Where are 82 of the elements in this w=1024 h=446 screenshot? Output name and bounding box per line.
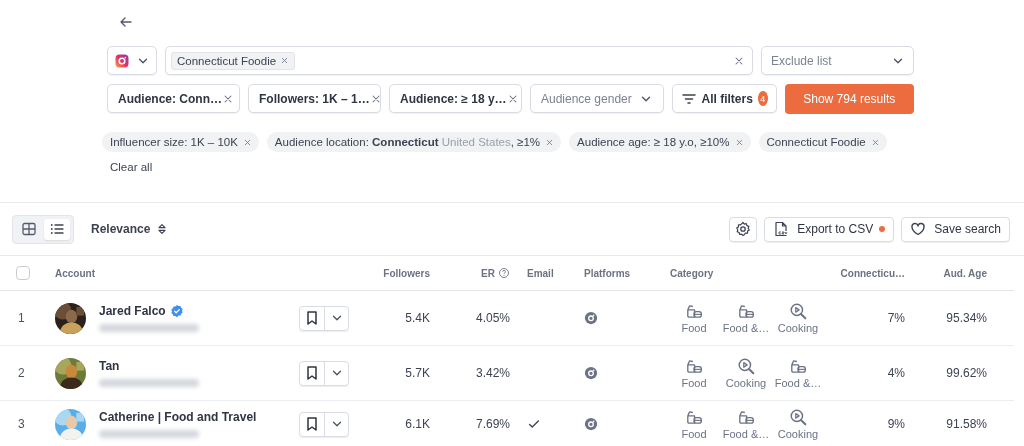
applied-filter-chip[interactable]: Audience location: Connecticut United States, ≥1%	[266, 132, 562, 152]
food-icon	[737, 302, 755, 320]
column-header[interactable]: Email	[527, 267, 554, 279]
food-icon	[685, 357, 703, 375]
count-badge: 4	[757, 91, 768, 106]
audience-age-cell: 91.58%	[946, 417, 987, 431]
cooking-icon	[737, 357, 755, 375]
column-header[interactable]: Category	[670, 267, 714, 279]
row-number: 3	[18, 417, 25, 431]
column-header[interactable]: Followers	[383, 267, 430, 279]
remove-icon[interactable]	[280, 56, 290, 65]
category-label: Food &…	[774, 377, 822, 389]
cooking-icon	[789, 302, 807, 320]
settings-button[interactable]	[729, 216, 758, 242]
all-filters-button[interactable]: All filters 4	[671, 84, 777, 113]
category-label: Food	[681, 322, 707, 334]
followers-cell: 6.1K	[405, 417, 430, 431]
export-csv-button[interactable]: Export to CSV	[764, 216, 895, 242]
er-cell: 7.69%	[475, 417, 510, 431]
csv-file-icon	[773, 221, 790, 237]
view-list-button[interactable]	[44, 218, 70, 240]
instagram-icon	[114, 52, 130, 69]
search-tag[interactable]: Connecticut Foodie	[171, 51, 296, 70]
location-share-cell: 9%	[887, 417, 905, 431]
location-share-cell: 4%	[887, 366, 905, 380]
audience-age-cell: 95.34%	[946, 311, 987, 325]
column-header[interactable]: Connecticu…	[840, 267, 905, 279]
bookmark-icon	[304, 310, 320, 326]
applied-filter-chip[interactable]: Influencer size: 1K – 10K	[102, 132, 259, 152]
category-label: Food &…	[722, 322, 770, 334]
food-icon	[685, 302, 703, 320]
column-header[interactable]: ER	[481, 267, 495, 279]
category-label: Food &…	[722, 428, 770, 440]
location-share-cell: 7%	[887, 311, 905, 325]
remove-icon[interactable]	[734, 137, 744, 147]
heart-icon	[910, 221, 927, 237]
er-cell: 4.05%	[475, 311, 510, 325]
bookmark-icon	[304, 416, 320, 432]
food-icon	[685, 408, 703, 426]
account-name[interactable]: Catherine | Food and Travel	[99, 410, 257, 424]
category-label: Food	[681, 428, 707, 440]
grid-icon	[21, 221, 37, 237]
category-label: Cooking	[725, 377, 767, 389]
category-label: Cooking	[777, 322, 819, 334]
remove-icon[interactable]	[242, 137, 252, 147]
row-number: 1	[18, 311, 25, 325]
remove-icon[interactable]	[545, 137, 555, 147]
followers-cell: 5.4K	[405, 311, 430, 325]
applied-filter-chip[interactable]: Audience age: ≥ 18 y.o, ≥10%	[569, 132, 751, 152]
account-name[interactable]: Jared Falco	[99, 304, 166, 318]
category-label: Cooking	[777, 428, 819, 440]
filter-dropdown[interactable]: Audience gender	[530, 84, 664, 113]
platform-select[interactable]	[107, 46, 157, 75]
row-number: 2	[18, 366, 25, 380]
column-header[interactable]: Platforms	[584, 267, 631, 279]
instagram-icon	[584, 366, 598, 380]
column-header[interactable]: Account	[55, 267, 95, 279]
sort-button[interactable]: Relevance	[91, 222, 170, 236]
account-name[interactable]: Tan	[99, 359, 120, 373]
category-label: Food	[681, 377, 707, 389]
instagram-icon	[584, 417, 598, 431]
er-cell: 3.42%	[475, 366, 510, 380]
search-field[interactable]: Connecticut Foodie	[165, 46, 753, 75]
list-icon	[49, 221, 65, 237]
settings-icon	[735, 221, 752, 237]
clear-all-button[interactable]: Clear all	[110, 161, 153, 173]
select-all-checkbox[interactable]	[16, 266, 30, 280]
filter-chip[interactable]: Followers: 1K – 1…	[248, 84, 381, 113]
exclude-list-dropdown[interactable]: Exclude list	[761, 46, 914, 75]
applied-filter-chip[interactable]: Connecticut Foodie	[758, 132, 887, 152]
audience-age-cell: 99.62%	[946, 366, 987, 380]
food-icon	[737, 408, 755, 426]
bookmark-icon	[304, 365, 320, 381]
instagram-icon	[584, 311, 598, 325]
filter-chip[interactable]: Audience: ≥ 18 y…	[389, 84, 522, 113]
filter-chip[interactable]: Audience: Conn…	[107, 84, 240, 113]
remove-icon[interactable]	[870, 137, 880, 147]
food-icon	[789, 357, 807, 375]
cooking-icon	[789, 408, 807, 426]
column-header[interactable]: Aud. Age	[943, 267, 987, 279]
save-search-button[interactable]: Save search	[901, 216, 1010, 242]
followers-cell: 5.7K	[405, 366, 430, 380]
